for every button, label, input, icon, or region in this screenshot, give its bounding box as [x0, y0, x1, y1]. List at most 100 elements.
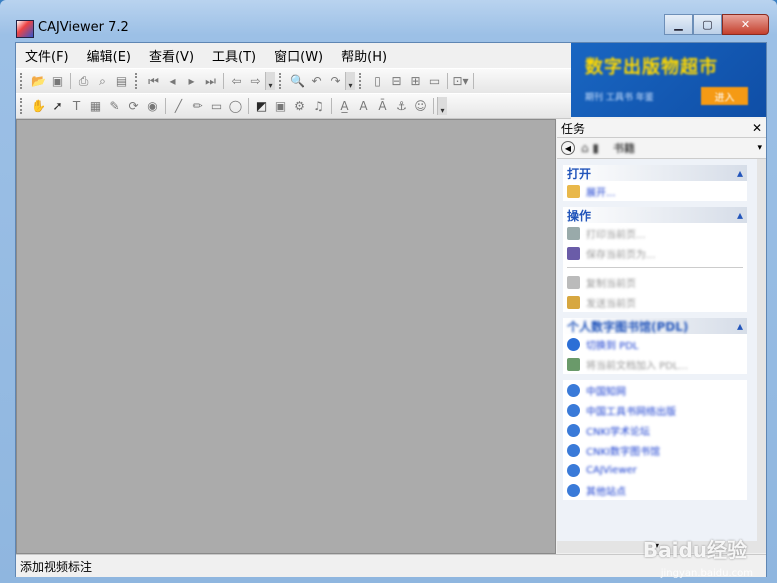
chevron-down-icon[interactable]: ▾	[757, 143, 762, 153]
rectangle-tool-icon[interactable]: ▭	[207, 97, 226, 115]
home-icon[interactable]: ⌂ ▮	[581, 141, 599, 155]
task-pane-dropdown-label[interactable]: 书籍	[613, 140, 635, 156]
text-style-icon[interactable]: Ā	[373, 97, 392, 115]
close-button[interactable]: ✕	[722, 14, 769, 35]
menu-edit[interactable]: 编辑(E)	[78, 46, 140, 65]
client-area: 文件(F) 编辑(E) 查看(V) 工具(T) 窗口(W) 帮助(H) 📂 ▣ …	[15, 42, 767, 577]
zoom-dropdown-icon[interactable]: ⊡▾	[451, 72, 470, 90]
menu-tools[interactable]: 工具(T)	[203, 46, 265, 65]
app-window: CAJViewer 7.2 ▁ ▢ ✕ 文件(F) 编辑(E) 查看(V) 工具…	[0, 0, 777, 583]
pencil-tool-icon[interactable]: ✏	[188, 97, 207, 115]
toolbar-grip[interactable]	[20, 73, 26, 89]
line-tool-icon[interactable]: ╱	[169, 97, 188, 115]
globe-icon	[567, 483, 580, 497]
menu-window[interactable]: 窗口(W)	[265, 46, 332, 65]
select-arrow-icon[interactable]: ➚	[48, 97, 67, 115]
strike-text-icon[interactable]: A	[354, 97, 373, 115]
globe-icon	[567, 383, 580, 397]
list-item[interactable]: 发送当前页	[563, 292, 747, 312]
folder-icon	[567, 184, 580, 198]
user-note-icon[interactable]: ☺	[411, 97, 430, 115]
snapshot-icon[interactable]: ◉	[143, 97, 162, 115]
image-select-icon[interactable]: ▦	[86, 97, 105, 115]
maximize-button[interactable]: ▢	[693, 14, 722, 35]
back-circle-icon[interactable]: ◀	[561, 141, 575, 155]
list-item[interactable]: 复制当前页	[563, 272, 747, 292]
continuous-page-icon[interactable]: ⊟	[387, 72, 406, 90]
text-select-icon[interactable]: T	[67, 97, 86, 115]
ad-title: 数字出版物超市	[585, 57, 718, 78]
globe-icon	[567, 337, 580, 351]
columns-icon[interactable]: ▭	[425, 72, 444, 90]
list-item[interactable]: 中国工具书网络出版	[563, 400, 747, 420]
toolbar-overflow-chevron[interactable]: ▾	[345, 72, 355, 90]
clipboard-icon[interactable]: ▤	[112, 72, 131, 90]
facing-page-icon[interactable]: ⊞	[406, 72, 425, 90]
last-page-icon[interactable]: ⏭	[201, 72, 220, 90]
toolbar-overflow-chevron[interactable]: ▾	[265, 72, 275, 90]
section-header[interactable]: 操作 ▴	[563, 207, 747, 223]
ocr-icon[interactable]: ✎	[105, 97, 124, 115]
hand-tool-icon[interactable]: ✋	[29, 97, 48, 115]
ad-subtitle: 期刊 工具书 年鉴	[585, 93, 654, 103]
ad-banner[interactable]: 数字出版物超市 期刊 工具书 年鉴 进入	[571, 43, 766, 117]
list-item[interactable]: 其他站点	[563, 480, 747, 500]
redo-icon[interactable]: ↷	[326, 72, 345, 90]
back-arrow-icon[interactable]: ⇦	[227, 72, 246, 90]
toolbar-tools: ✋ ➚ T ▦ ✎ ⟳ ◉ ╱ ✏ ▭ ◯ ◩ ▣ ⚙ ♫ A̲ A Ā ⚓ ☺…	[16, 93, 571, 119]
section-operations: 操作 ▴ 打印当前页... 保存当前页为... 复制当前页 发送当前页	[563, 207, 747, 312]
toolbar-standard: 📂 ▣ ⎙ ⌕ ▤ ⏮ ◂ ▸ ⏭ ⇦ ⇨ ▾ 🔍 ↶ ↷ ▾ ▯ ⊟ ⊞ ▭	[16, 68, 571, 94]
single-page-icon[interactable]: ▯	[368, 72, 387, 90]
globe-icon	[567, 463, 580, 477]
undo-icon[interactable]: ↶	[307, 72, 326, 90]
save-icon[interactable]: ▣	[48, 72, 67, 90]
app-icon[interactable]	[16, 20, 34, 38]
stamp-icon[interactable]: ▣	[271, 97, 290, 115]
print-preview-icon[interactable]: ⌕	[93, 72, 112, 90]
prev-page-icon[interactable]: ◂	[163, 72, 182, 90]
list-item[interactable]: CNKI学术论坛	[563, 420, 747, 440]
highlight-icon[interactable]: ◩	[252, 97, 271, 115]
task-pane-content: 打开 ▴ 展开... 操作 ▴ 打印当前页... 保存当前页为... 复制当前页 发…	[557, 159, 757, 543]
search-icon[interactable]: 🔍	[288, 72, 307, 90]
task-pane-title: 任务	[561, 121, 586, 136]
open-folder-icon[interactable]: 📂	[29, 72, 48, 90]
list-item[interactable]: CNKI数字图书馆	[563, 440, 747, 460]
music-note-icon[interactable]: ♫	[309, 97, 328, 115]
menu-bar: 文件(F) 编辑(E) 查看(V) 工具(T) 窗口(W) 帮助(H)	[16, 43, 571, 67]
list-item[interactable]: CAJViewer	[563, 460, 747, 480]
document-workspace[interactable]	[16, 119, 556, 554]
section-links: 中国知网 中国工具书网络出版 CNKI学术论坛 CNKI数字图书馆 CAJVie…	[563, 380, 747, 500]
section-header[interactable]: 个人数字图书馆(PDL) ▴	[563, 318, 747, 334]
list-item[interactable]: 展开...	[563, 181, 747, 201]
ad-enter-button[interactable]: 进入	[701, 87, 748, 105]
menu-view[interactable]: 查看(V)	[140, 46, 203, 65]
menu-help[interactable]: 帮助(H)	[332, 46, 396, 65]
toolbar-overflow-chevron[interactable]: ▾	[437, 97, 447, 115]
list-item[interactable]: 打印当前页...	[563, 223, 747, 243]
forward-arrow-icon[interactable]: ⇨	[246, 72, 265, 90]
list-item[interactable]: 将当前文档加入 PDL...	[563, 354, 747, 374]
next-page-icon[interactable]: ▸	[182, 72, 201, 90]
gear-icon[interactable]: ⚙	[290, 97, 309, 115]
underline-icon[interactable]: A̲	[335, 97, 354, 115]
list-item[interactable]: 保存当前页为...	[563, 243, 747, 263]
section-header[interactable]: 打开 ▴	[563, 165, 747, 181]
section-pdl: 个人数字图书馆(PDL) ▴ 切换到 PDL 将当前文档加入 PDL...	[563, 318, 747, 374]
anchor-icon[interactable]: ⚓	[392, 97, 411, 115]
title-bar[interactable]: CAJViewer 7.2 ▁ ▢ ✕	[0, 0, 777, 40]
send-icon	[567, 295, 580, 309]
list-item[interactable]: 切换到 PDL	[563, 334, 747, 354]
task-pane-scrollbar[interactable]	[757, 159, 766, 553]
task-pane-header: 任务 ✕	[557, 119, 766, 138]
print-icon[interactable]: ⎙	[74, 72, 93, 90]
toolbar-grip[interactable]	[20, 98, 26, 114]
list-item[interactable]: 中国知网	[563, 380, 747, 400]
clipboard-icon	[567, 275, 580, 289]
first-page-icon[interactable]: ⏮	[144, 72, 163, 90]
ellipse-tool-icon[interactable]: ◯	[226, 97, 245, 115]
minimize-button[interactable]: ▁	[664, 14, 693, 35]
menu-file[interactable]: 文件(F)	[16, 46, 78, 65]
task-pane-close-icon[interactable]: ✕	[752, 121, 762, 135]
rotate-icon[interactable]: ⟳	[124, 97, 143, 115]
